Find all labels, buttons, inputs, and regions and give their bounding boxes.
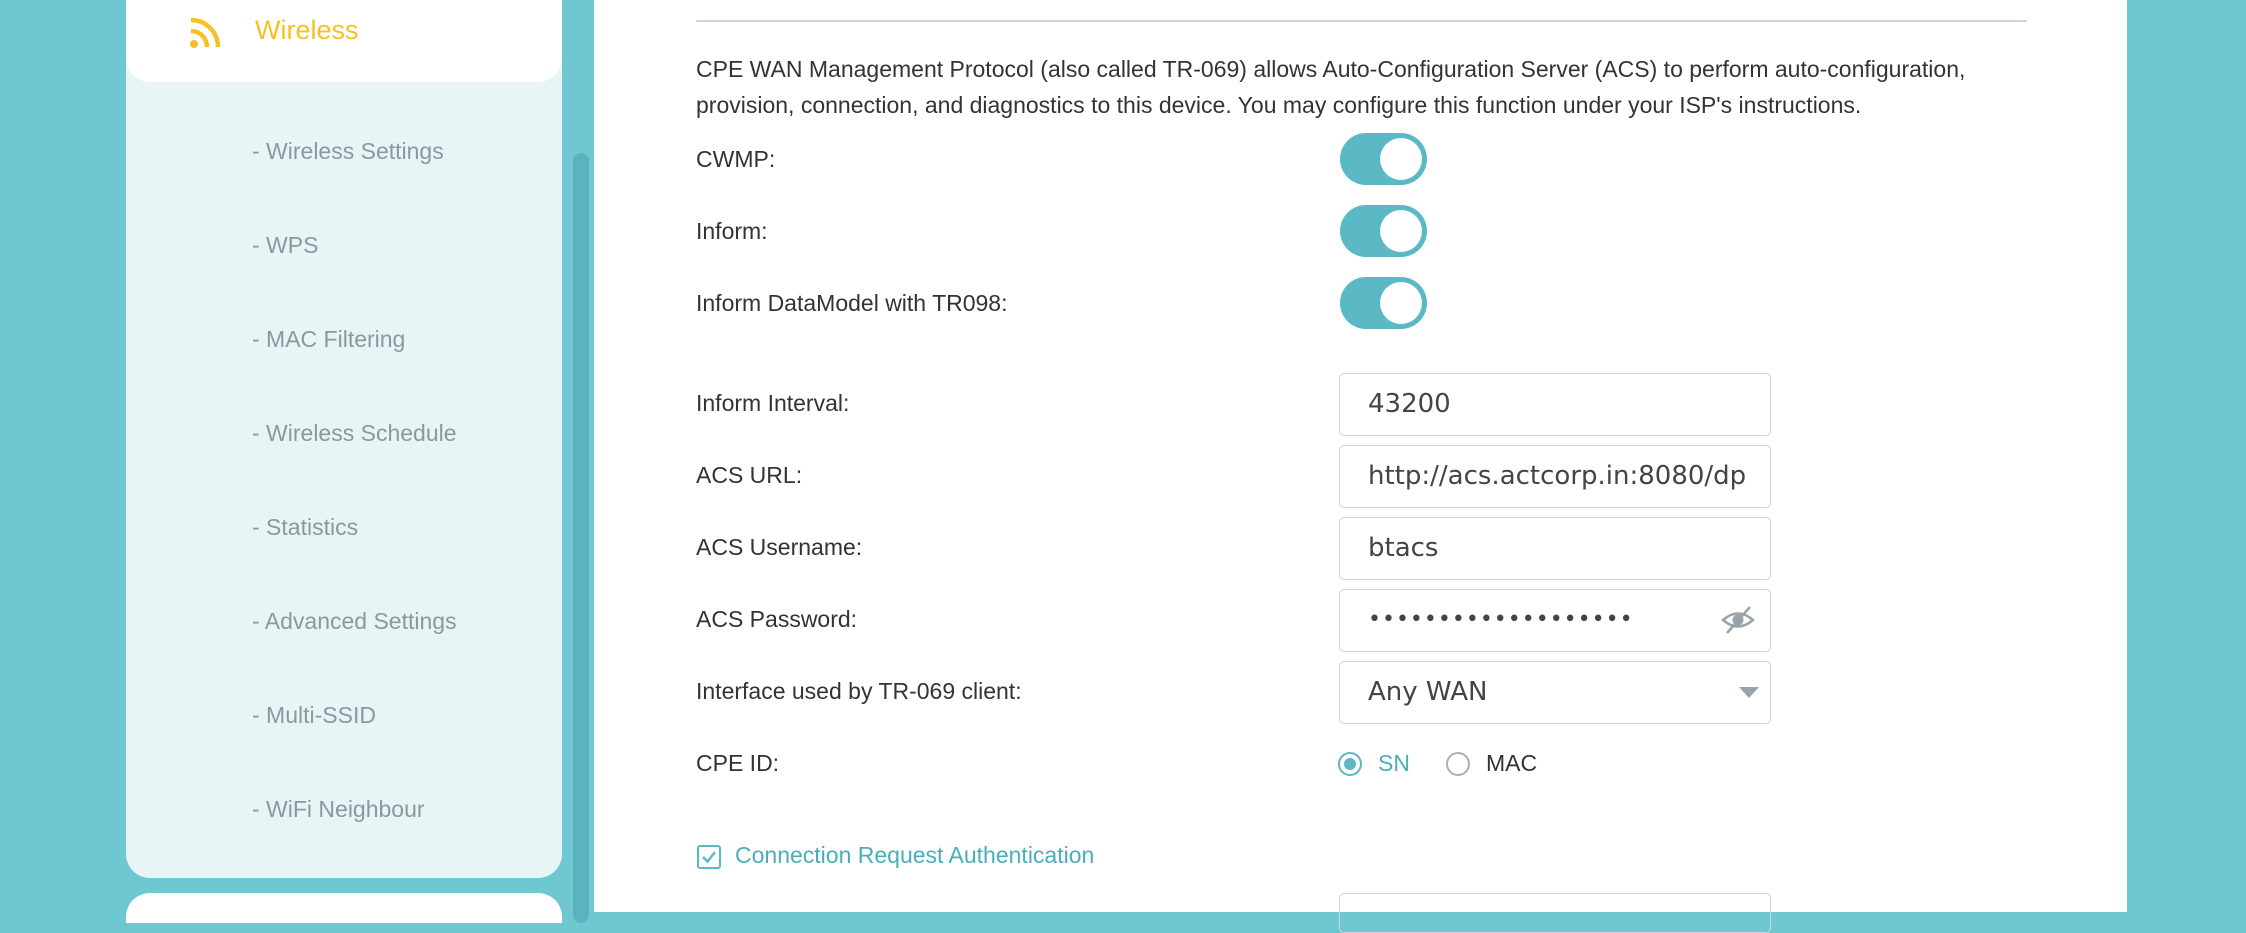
sidebar-item-mac-filtering[interactable]: - MAC Filtering (252, 326, 405, 353)
acs-username-input[interactable]: btacs (1339, 517, 1771, 580)
acs-username-label: ACS Username: (696, 534, 863, 560)
connection-request-auth-label[interactable]: Connection Request Authentication (735, 842, 1094, 869)
section-divider (696, 20, 2027, 22)
inform-datamodel-toggle[interactable] (1340, 277, 1427, 329)
sidebar-next-section[interactable] (126, 893, 562, 923)
sidebar-item-label: Wireless (255, 15, 359, 45)
sidebar-scrollbar[interactable] (573, 153, 589, 923)
connection-request-auth-checkbox[interactable] (697, 845, 721, 869)
acs-url-input[interactable]: http://acs.actcorp.in:8080/dp (1339, 445, 1771, 508)
toggle-knob (1380, 282, 1422, 324)
acs-password-input[interactable]: ••••••••••••••••••• (1339, 589, 1771, 652)
inform-datamodel-label: Inform DataModel with TR098: (696, 290, 1008, 316)
wifi-signal-icon (190, 17, 221, 48)
radio-selected-dot (1344, 758, 1356, 770)
sidebar-item-wireless[interactable]: Wireless (126, 0, 562, 82)
cpe-id-mac-label[interactable]: MAC (1486, 750, 1537, 777)
sidebar-item-statistics[interactable]: - Statistics (252, 514, 358, 541)
sidebar-item-multi-ssid[interactable]: - Multi-SSID (252, 702, 376, 729)
sidebar-item-wifi-neighbour[interactable]: - WiFi Neighbour (252, 796, 425, 823)
cpe-id-mac-radio[interactable] (1446, 752, 1470, 776)
interface-select[interactable]: Any WAN (1339, 661, 1771, 724)
acs-password-label: ACS Password: (696, 606, 858, 632)
cwmp-toggle[interactable] (1340, 133, 1427, 185)
cpe-id-label: CPE ID: (696, 750, 780, 776)
interface-label: Interface used by TR-069 client: (696, 678, 1022, 704)
cpe-id-sn-radio[interactable] (1338, 752, 1362, 776)
inform-toggle[interactable] (1340, 205, 1427, 257)
inform-label: Inform: (696, 218, 768, 244)
cwmp-label: CWMP: (696, 146, 776, 172)
eye-slash-icon[interactable] (1721, 603, 1755, 637)
acs-url-label: ACS URL: (696, 462, 803, 488)
sidebar: Wireless - Wireless Settings - WPS - MAC… (126, 0, 562, 878)
section-description: CPE WAN Management Protocol (also called… (696, 56, 1966, 118)
chevron-down-icon (1739, 687, 1759, 698)
inform-interval-label: Inform Interval: (696, 390, 850, 416)
sidebar-item-wps[interactable]: - WPS (252, 232, 318, 259)
checkmark-icon (702, 851, 716, 864)
cpe-id-sn-label[interactable]: SN (1378, 750, 1410, 777)
toggle-knob (1380, 210, 1422, 252)
toggle-knob (1380, 138, 1422, 180)
sidebar-item-wireless-schedule[interactable]: - Wireless Schedule (252, 420, 457, 447)
sidebar-item-advanced-settings[interactable]: - Advanced Settings (252, 608, 457, 635)
sidebar-item-wireless-settings[interactable]: - Wireless Settings (252, 138, 444, 165)
inform-interval-input[interactable]: 43200 (1339, 373, 1771, 436)
connection-request-username-input[interactable] (1339, 893, 1771, 933)
